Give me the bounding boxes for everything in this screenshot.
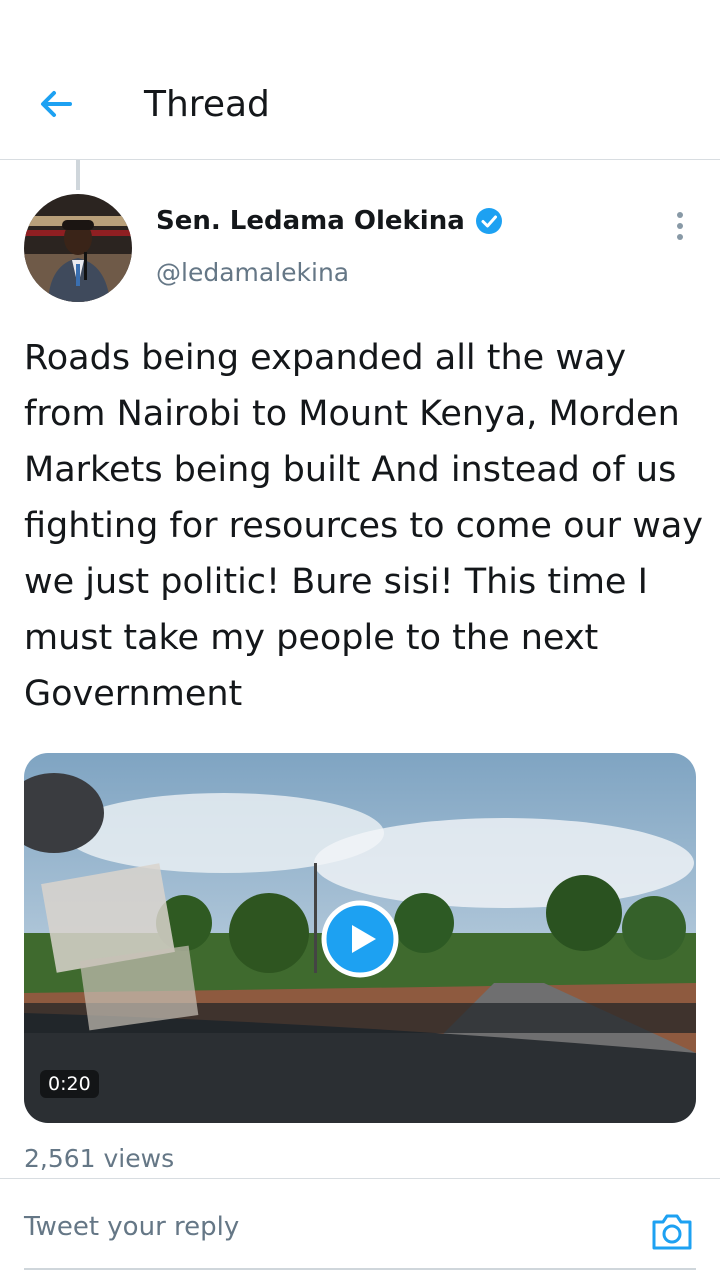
play-button[interactable] (321, 900, 399, 978)
page-title: Thread (144, 84, 270, 125)
view-count: 2,561 views (24, 1144, 175, 1173)
back-arrow-icon (41, 91, 72, 117)
video-duration-badge: 0:20 (40, 1070, 99, 1098)
thread-connector-line (76, 160, 80, 190)
reply-input[interactable]: Tweet your reply (24, 1212, 239, 1242)
author-row: Sen. Ledama Olekina (156, 206, 503, 236)
avatar[interactable] (24, 194, 132, 302)
play-icon (321, 900, 399, 978)
back-button[interactable] (30, 80, 82, 132)
camera-icon (652, 1214, 692, 1250)
tweet-text: Roads being expanded all the way from Na… (24, 338, 703, 714)
verified-badge-icon (475, 208, 502, 234)
more-options-button[interactable] (664, 208, 696, 244)
top-bar: Thread (0, 0, 720, 160)
reply-divider (24, 1268, 696, 1270)
more-options-icon (677, 212, 683, 240)
camera-button[interactable] (650, 1212, 694, 1252)
author-name[interactable]: Sen. Ledama Olekina (156, 206, 465, 236)
author-handle[interactable]: @ledamalekina (156, 258, 349, 287)
